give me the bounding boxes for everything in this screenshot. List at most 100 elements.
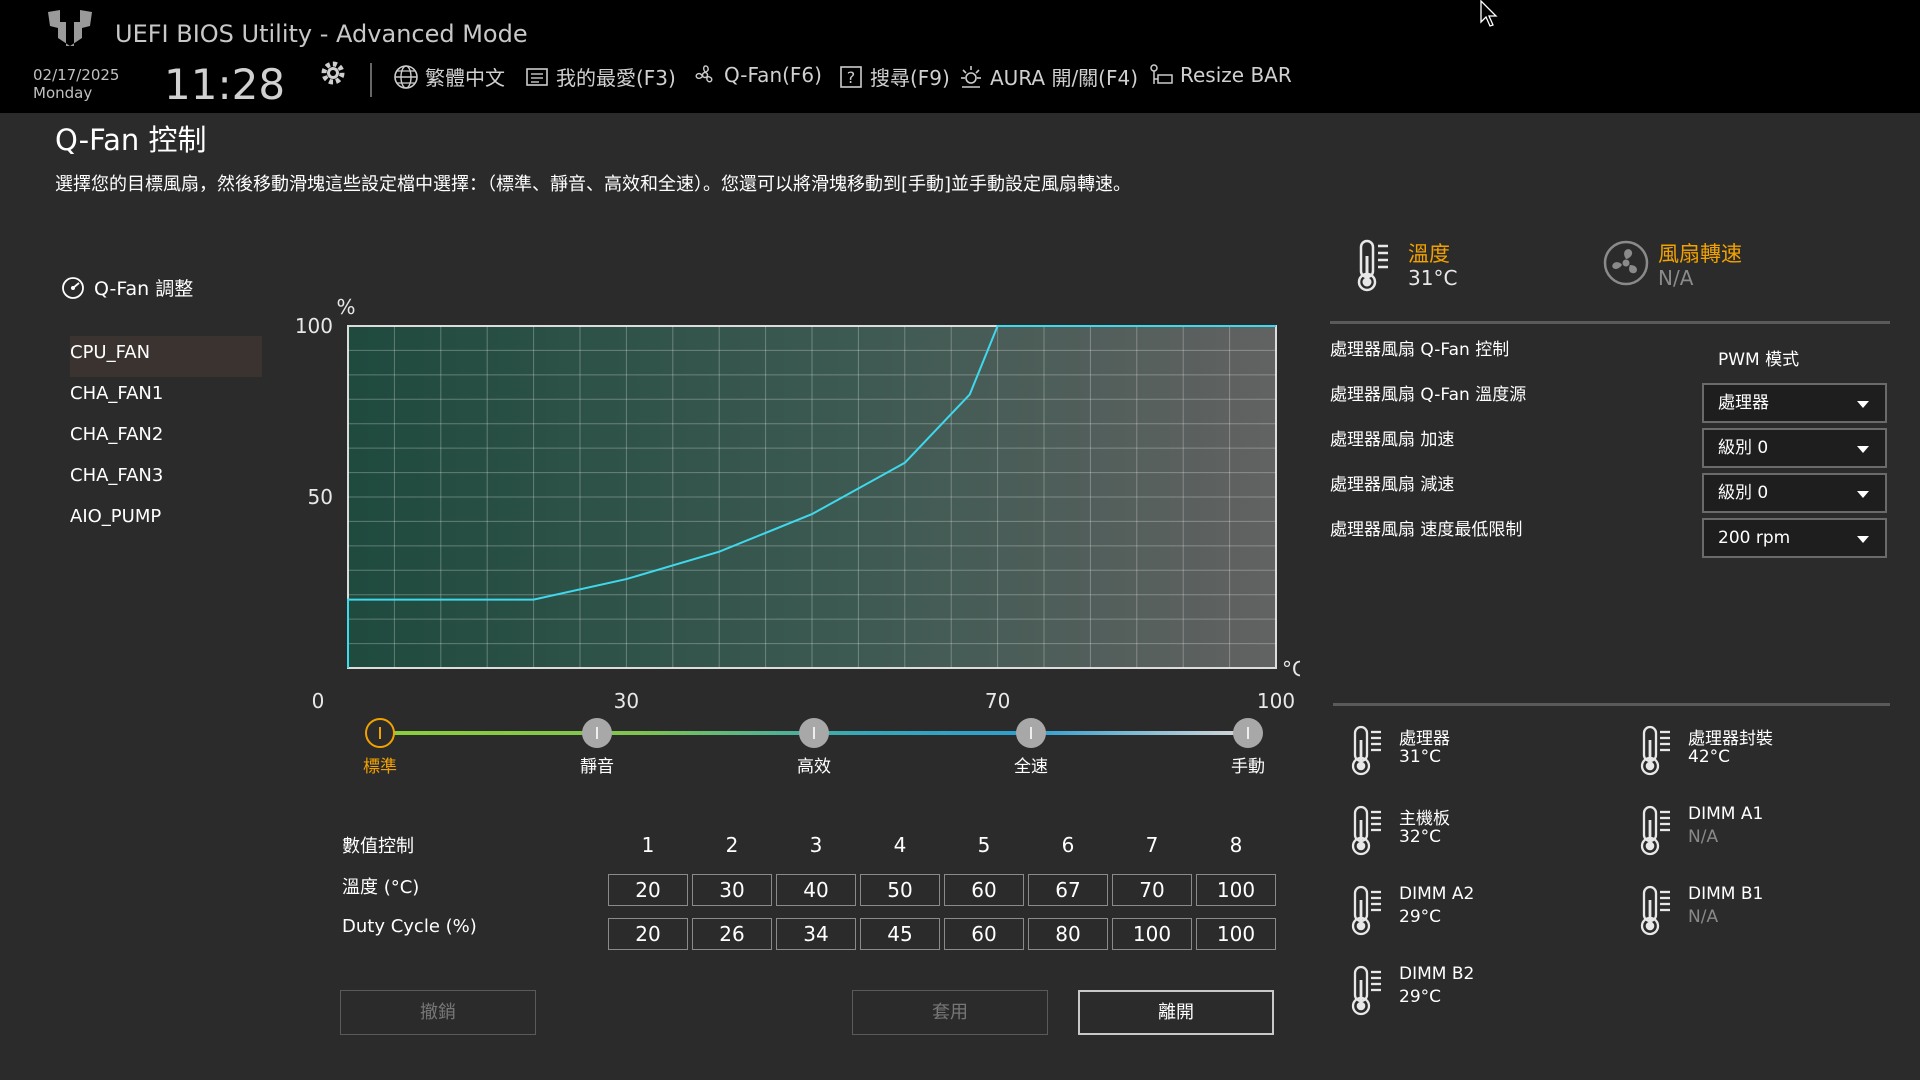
fan-speed-icon	[1603, 240, 1649, 286]
tuf-logo-icon	[48, 10, 92, 46]
menu-language[interactable]: 繁體中文	[393, 62, 505, 91]
chart-grid	[348, 326, 1276, 668]
temperature-input[interactable]: 100	[1196, 874, 1276, 906]
profile-standard[interactable]: 標準	[320, 715, 440, 777]
min-speed-dropdown[interactable]: 200 rpm	[1702, 518, 1887, 558]
exit-button[interactable]: 離開	[1078, 990, 1274, 1035]
thermometer-icon	[1351, 725, 1381, 776]
thermometer-icon	[1351, 965, 1381, 1016]
point-column-header: 7	[1145, 833, 1159, 857]
fan-item-cha-fan3[interactable]: CHA_FAN3	[70, 459, 262, 500]
fan-speed-title: 風扇轉速	[1658, 242, 1742, 266]
x-axis-label: °C	[1282, 657, 1300, 681]
temperature-value: 31°C	[1408, 266, 1458, 290]
fan-item-aio-pump[interactable]: AIO_PUMP	[70, 500, 262, 541]
duty-cycle-input[interactable]: 26	[692, 918, 772, 950]
top-bar: UEFI BIOS Utility - Advanced Mode 02/17/…	[0, 0, 1920, 113]
profile-performance[interactable]: 高效	[754, 715, 874, 777]
temperature-input[interactable]: 50	[860, 874, 940, 906]
profile-label: 靜音	[580, 757, 614, 777]
temperature-row-label: 溫度 (°C)	[342, 877, 420, 898]
fan-curve-chart[interactable]: 0 30 70 100 100 50 % °C	[280, 290, 1300, 710]
temperature-input[interactable]: 20	[608, 874, 688, 906]
menu-favorites-label: 我的最愛(F3)	[556, 66, 676, 90]
dropdown-value: 級別 0	[1718, 438, 1769, 458]
min-speed-label: 處理器風扇 速度最低限制	[1330, 520, 1523, 540]
thermometer-icon	[1640, 885, 1670, 936]
apply-button[interactable]: 套用	[852, 990, 1048, 1035]
menu-aura-label: AURA 開/關(F4)	[990, 66, 1139, 90]
step-up-dropdown[interactable]: 級別 0	[1702, 428, 1887, 468]
duty-cycle-input[interactable]: 80	[1028, 918, 1108, 950]
duty-cycle-row-label: Duty Cycle (%)	[342, 916, 477, 937]
fan-item-label: AIO_PUMP	[70, 506, 162, 527]
sensor-name: DIMM A2	[1399, 884, 1475, 904]
fan-item-label: CHA_FAN3	[70, 465, 164, 486]
duty-cycle-input[interactable]: 100	[1196, 918, 1276, 950]
fan-item-cha-fan1[interactable]: CHA_FAN1	[70, 377, 262, 418]
slider-knob[interactable]	[365, 718, 395, 748]
temperature-input[interactable]: 60	[944, 874, 1024, 906]
temperature-input[interactable]: 70	[1112, 874, 1192, 906]
point-column-header: 3	[809, 833, 823, 857]
chevron-down-icon	[1857, 446, 1869, 453]
menu-qfan[interactable]: Q-Fan(F6)	[692, 62, 822, 88]
temperature-input[interactable]: 67	[1028, 874, 1108, 906]
slider-knob[interactable]	[1233, 718, 1263, 748]
profile-full-speed[interactable]: 全速	[971, 715, 1091, 777]
gear-icon[interactable]	[318, 58, 348, 88]
sensor-name: DIMM A1	[1688, 804, 1764, 824]
profile-silent[interactable]: 靜音	[537, 715, 657, 777]
dropdown-value: 處理器	[1718, 393, 1769, 413]
point-column-header: 6	[1061, 833, 1075, 857]
qfan-control-value[interactable]: PWM 模式	[1718, 345, 1799, 370]
menu-search[interactable]: ? 搜尋(F9)	[838, 62, 950, 91]
page-title: Q-Fan 控制	[55, 123, 207, 157]
thermometer-icon	[1351, 885, 1381, 936]
menu-favorites[interactable]: 我的最愛(F3)	[524, 62, 676, 91]
sensor-reading: DIMM A2 29°C	[1349, 884, 1609, 944]
step-down-dropdown[interactable]: 級別 0	[1702, 473, 1887, 513]
duty-cycle-input[interactable]: 100	[1112, 918, 1192, 950]
profile-label: 手動	[1231, 757, 1265, 777]
undo-button[interactable]: 撤銷	[340, 990, 536, 1035]
profile-slider[interactable]: 標準 靜音 高效 全速 手動	[360, 715, 1265, 785]
gauge-icon	[62, 276, 84, 299]
divider	[370, 63, 372, 97]
qfan-tuning-heading[interactable]: Q-Fan 調整	[60, 274, 193, 301]
sensor-value: 32°C	[1399, 827, 1442, 847]
chevron-down-icon	[1857, 491, 1869, 498]
sensor-value: 31°C	[1399, 747, 1442, 767]
thermometer-icon	[1351, 805, 1381, 856]
temperature-input[interactable]: 30	[692, 874, 772, 906]
duty-cycle-input[interactable]: 60	[944, 918, 1024, 950]
qfan-tuning-label: Q-Fan 調整	[94, 278, 194, 300]
qfan-control-label: 處理器風扇 Q-Fan 控制	[1330, 340, 1510, 360]
slider-knob[interactable]	[582, 718, 612, 748]
sensor-reading: DIMM B1 N/A	[1638, 884, 1898, 944]
chevron-down-icon	[1857, 536, 1869, 543]
duty-cycle-input[interactable]: 34	[776, 918, 856, 950]
slider-knob[interactable]	[799, 718, 829, 748]
globe-icon	[394, 64, 418, 89]
temperature-input[interactable]: 40	[776, 874, 856, 906]
x-tick-label: 70	[985, 689, 1010, 710]
sensor-name: DIMM B1	[1688, 884, 1764, 904]
menu-language-label: 繁體中文	[425, 66, 505, 90]
profile-label: 標準	[363, 757, 397, 777]
y-tick-label: 100	[295, 314, 333, 338]
sensor-reading: 主機板 32°C	[1349, 804, 1609, 864]
sensor-value: N/A	[1688, 907, 1719, 927]
menu-aura[interactable]: AURA 開/關(F4)	[958, 62, 1138, 91]
fan-item-cha-fan2[interactable]: CHA_FAN2	[70, 418, 262, 459]
qfan-source-dropdown[interactable]: 處理器	[1702, 383, 1887, 423]
date-text: 02/17/2025	[33, 66, 120, 84]
fan-item-cpu-fan[interactable]: CPU_FAN	[70, 336, 262, 377]
menu-qfan-label: Q-Fan(F6)	[724, 63, 822, 87]
duty-cycle-input[interactable]: 45	[860, 918, 940, 950]
slider-knob[interactable]	[1016, 718, 1046, 748]
profile-manual[interactable]: 手動	[1188, 715, 1308, 777]
x-tick-label: 30	[614, 689, 639, 710]
duty-cycle-input[interactable]: 20	[608, 918, 688, 950]
menu-resize-bar[interactable]: Resize BAR	[1148, 62, 1292, 88]
